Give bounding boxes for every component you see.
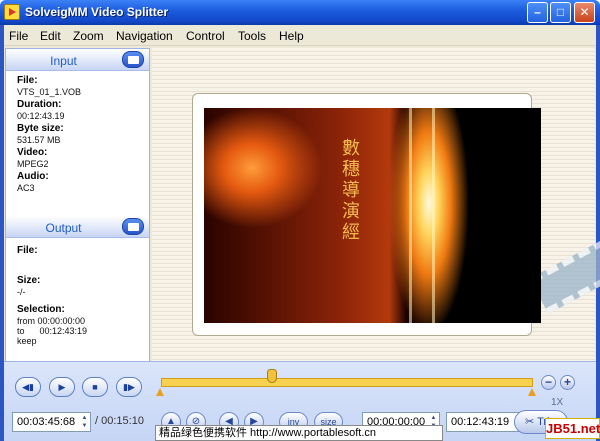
zoom-in-button[interactable]: +	[560, 375, 575, 390]
bytesize-value: 531.57 MB	[17, 135, 61, 145]
menu-help[interactable]: Help	[279, 29, 304, 43]
video-image	[204, 108, 541, 323]
light-streak	[432, 108, 435, 323]
stop-button[interactable]: ■	[82, 377, 108, 397]
selection-from: from 00:00:00:00	[17, 316, 86, 326]
timeline-thumb[interactable]	[266, 369, 277, 383]
play-button[interactable]: ▶	[49, 377, 75, 397]
scissors-icon: ✂	[525, 416, 535, 428]
duration-value: 00:12:43.19	[17, 111, 65, 121]
selection-keep: keep	[17, 336, 37, 346]
selection-end-marker[interactable]	[528, 388, 536, 396]
duration-label: Duration:	[17, 99, 62, 110]
zoom-out-button[interactable]: −	[541, 375, 556, 390]
video-area: 數穗導演經	[152, 48, 600, 361]
app-window: SolveigMM Video Splitter – □ ✕ File Edit…	[0, 0, 600, 441]
menu-edit[interactable]: Edit	[40, 29, 61, 43]
file-value: VTS_01_1.VOB	[17, 87, 82, 97]
title-bar[interactable]: SolveigMM Video Splitter – □ ✕	[0, 0, 600, 25]
video-preview[interactable]: 數穗導演經	[204, 108, 541, 323]
window-title: SolveigMM Video Splitter	[25, 5, 169, 19]
menu-control[interactable]: Control	[186, 29, 225, 43]
output-file-label: File:	[17, 245, 38, 256]
video-label: Video:	[17, 147, 48, 158]
watermark-banner: 精品绿色便携软件 http://www.portablesoft.cn	[155, 425, 443, 441]
input-header: Input	[6, 49, 149, 71]
prev-frame-button[interactable]: ◀▮	[15, 377, 41, 397]
output-header-label: Output	[45, 221, 82, 235]
next-frame-button[interactable]: ▮▶	[116, 377, 142, 397]
selection-start-marker[interactable]	[156, 388, 164, 396]
end-time-field[interactable]: 00:12:43:19 ▲▼	[446, 412, 524, 432]
size-value: -/-	[17, 287, 26, 297]
menu-navigation[interactable]: Navigation	[116, 29, 173, 43]
client-area: File Edit Zoom Navigation Control Tools …	[4, 25, 600, 441]
end-time-value: 00:12:43:19	[451, 416, 510, 428]
site-badge: JB51.net	[545, 418, 600, 439]
save-output-button[interactable]	[122, 218, 144, 235]
audio-label: Audio:	[17, 171, 49, 182]
menu-file[interactable]: File	[9, 29, 28, 43]
selection-label: Selection:	[17, 304, 65, 315]
timeline-track[interactable]	[161, 378, 533, 387]
file-label: File:	[17, 75, 38, 86]
output-info: File: Size: -/- Selection: from 00:00:00…	[6, 238, 149, 361]
light-streak	[409, 108, 412, 323]
minimize-button[interactable]: –	[527, 2, 548, 23]
size-label: Size:	[17, 275, 41, 286]
maximize-button[interactable]: □	[550, 2, 571, 23]
current-time-value: 00:03:45:68	[17, 416, 76, 428]
video-value: MPEG2	[17, 159, 49, 169]
bytesize-label: Byte size:	[17, 123, 64, 134]
app-icon	[4, 4, 20, 20]
info-panel: Input File: VTS_01_1.VOB Duration: 00:12…	[5, 48, 150, 362]
audio-value: AC3	[17, 183, 35, 193]
close-button[interactable]: ✕	[574, 2, 595, 23]
input-info: File: VTS_01_1.VOB Duration: 00:12:43.19…	[6, 71, 149, 216]
open-input-button[interactable]	[122, 51, 144, 68]
menu-zoom[interactable]: Zoom	[73, 29, 104, 43]
current-time-field[interactable]: 00:03:45:68 ▲ ▼	[12, 412, 91, 432]
selection-to: to 00:12:43:19	[17, 326, 88, 336]
output-header: Output	[6, 216, 149, 238]
folder-icon	[128, 56, 139, 64]
save-icon	[128, 223, 139, 231]
menu-tools[interactable]: Tools	[238, 29, 266, 43]
menu-bar: File Edit Zoom Navigation Control Tools …	[4, 25, 596, 46]
video-caption: 數穗導演經	[342, 138, 360, 243]
zoom-level: 1X	[551, 397, 564, 408]
time-spinner[interactable]: ▲ ▼	[80, 414, 89, 430]
input-header-label: Input	[50, 54, 77, 68]
total-duration: / 00:15:10	[95, 415, 144, 427]
